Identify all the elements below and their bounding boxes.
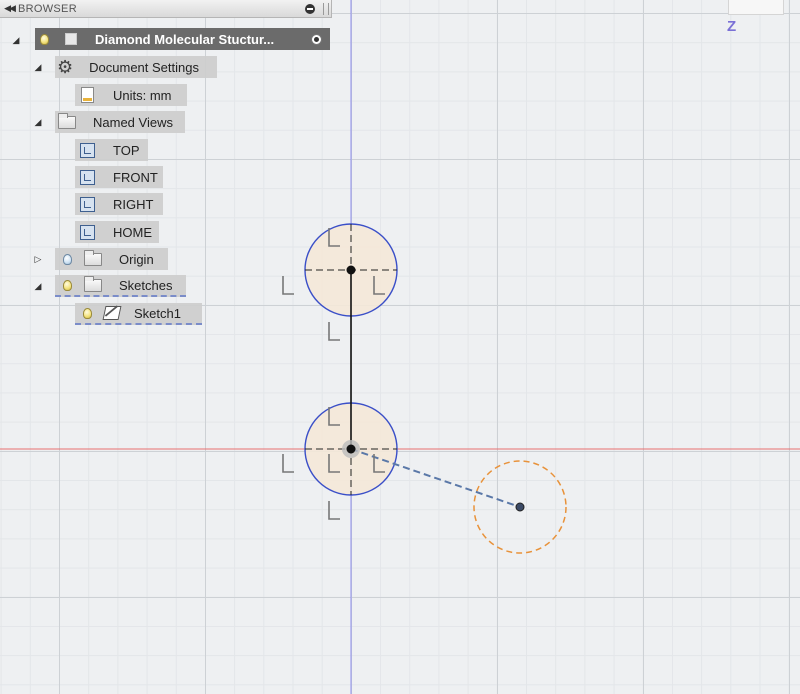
- visibility-bulb-icon[interactable]: [63, 253, 72, 265]
- browser-item-origin[interactable]: Origin: [55, 248, 168, 270]
- expand-sketches-icon[interactable]: ◢: [32, 281, 44, 292]
- constraint-icon: [328, 322, 340, 341]
- browser-item-named-views[interactable]: Named Views: [55, 111, 185, 133]
- units-label: Units: mm: [113, 87, 172, 103]
- panel-grip-icon[interactable]: [323, 2, 329, 15]
- browser-item-units[interactable]: Units: mm: [75, 84, 187, 106]
- collapse-browser-icon[interactable]: ◀◀: [0, 3, 18, 14]
- named-view-front[interactable]: FRONT: [75, 166, 163, 188]
- expand-named-views-icon[interactable]: ◢: [32, 117, 44, 128]
- constraint-icon: [328, 501, 340, 520]
- named-view-icon: [80, 196, 95, 212]
- visibility-bulb-icon[interactable]: [63, 279, 72, 291]
- component-icon: [65, 33, 77, 45]
- named-view-icon: [80, 169, 95, 185]
- origin-label: Origin: [119, 251, 154, 267]
- named-view-label: RIGHT: [113, 196, 154, 212]
- browser-item-document-settings[interactable]: ⚙ Document Settings: [55, 56, 217, 78]
- named-view-label: FRONT: [113, 169, 158, 185]
- center-point-lower[interactable]: [346, 444, 356, 454]
- browser-item-sketch1[interactable]: Sketch1: [75, 303, 202, 325]
- browser-item-sketches[interactable]: Sketches: [55, 275, 186, 297]
- root-label: Diamond Molecular Stuctur...: [95, 31, 275, 47]
- named-views-label: Named Views: [93, 114, 173, 130]
- browser-root-node[interactable]: Diamond Molecular Stuctur...: [35, 28, 330, 50]
- units-document-icon: [81, 87, 94, 103]
- expand-document-settings-icon[interactable]: ◢: [32, 62, 44, 73]
- browser-header: ◀◀ BROWSER: [0, 0, 332, 18]
- folder-icon: [84, 275, 102, 292]
- sketch-label: Sketch1: [134, 305, 181, 321]
- visibility-bulb-icon[interactable]: [83, 307, 92, 319]
- viewcube-z-axis-label: Z: [727, 18, 737, 35]
- constraint-icon: [282, 454, 294, 473]
- expand-origin-icon[interactable]: ▷: [32, 254, 44, 265]
- construction-center-point[interactable]: [515, 502, 525, 512]
- named-view-label: HOME: [113, 224, 152, 240]
- named-view-right[interactable]: RIGHT: [75, 193, 163, 215]
- expand-root-triangle-icon[interactable]: ◢: [10, 35, 22, 46]
- named-view-icon: [80, 142, 95, 158]
- visibility-bulb-icon[interactable]: [40, 33, 49, 45]
- constraint-icon: [282, 276, 294, 295]
- viewcube[interactable]: [728, 0, 784, 15]
- minimize-browser-icon[interactable]: [305, 3, 315, 14]
- sketches-label: Sketches: [119, 277, 173, 293]
- named-view-label: TOP: [113, 142, 140, 158]
- gear-icon: ⚙: [57, 57, 74, 77]
- named-view-top[interactable]: TOP: [75, 139, 148, 161]
- named-view-home[interactable]: HOME: [75, 221, 159, 243]
- center-point-upper[interactable]: [346, 265, 356, 275]
- document-settings-label: Document Settings: [89, 59, 199, 75]
- activate-radio-icon[interactable]: [311, 33, 322, 45]
- folder-icon: [84, 249, 102, 266]
- named-view-icon: [80, 224, 95, 240]
- browser-title: BROWSER: [18, 2, 77, 15]
- sketch-icon: [102, 306, 122, 320]
- folder-icon: [58, 112, 76, 129]
